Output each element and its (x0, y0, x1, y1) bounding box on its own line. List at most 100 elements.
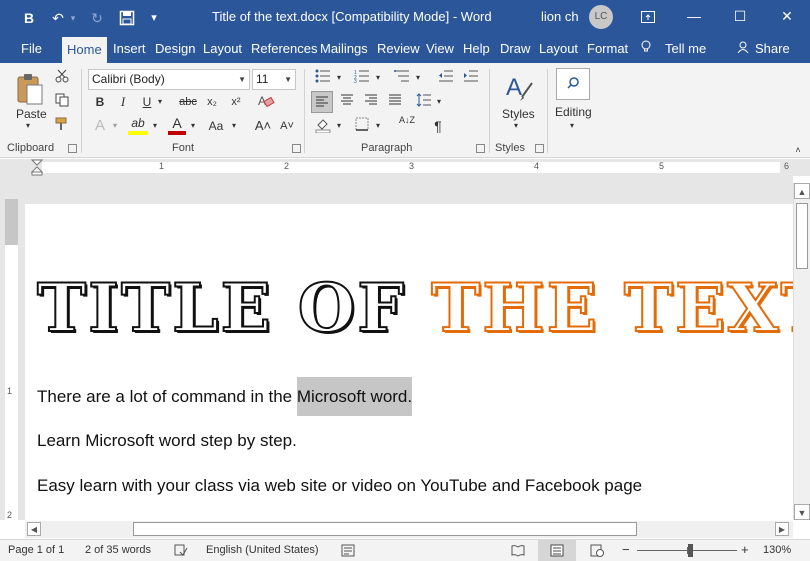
avatar[interactable]: LC (589, 5, 613, 29)
shrink-font-button[interactable]: A˅ (278, 117, 296, 135)
highlight-dropdown-icon[interactable]: ▾ (150, 117, 160, 135)
ribbon-display-options-icon[interactable] (625, 0, 671, 35)
vertical-scrollbar[interactable]: ▲ ▼ (793, 183, 810, 520)
scroll-left-icon[interactable]: ◀ (27, 522, 41, 536)
font-name-combo[interactable]: Calibri (Body) ▼ (88, 69, 250, 90)
align-center-button[interactable] (338, 93, 356, 111)
show-marks-button[interactable]: ¶ (430, 117, 446, 135)
grow-font-button[interactable]: A˄ (254, 117, 272, 135)
editing-dropdown-icon[interactable]: ▾ (570, 121, 574, 130)
tab-draw[interactable]: Draw (500, 35, 530, 63)
styles-launcher-icon[interactable] (535, 144, 544, 153)
change-case-button[interactable]: Aa (205, 117, 227, 135)
line-spacing-dropdown-icon[interactable]: ▾ (434, 93, 444, 111)
borders-dropdown-icon[interactable]: ▾ (373, 117, 383, 135)
underline-button[interactable]: U (140, 93, 154, 111)
font-size-combo[interactable]: 11 ▼ (252, 69, 296, 90)
align-left-button[interactable] (311, 91, 333, 113)
subscript-button[interactable]: x₂ (203, 93, 221, 111)
vertical-scroll-thumb[interactable] (796, 203, 808, 269)
increase-indent-icon[interactable] (461, 69, 481, 88)
share-button[interactable]: Share (737, 35, 790, 63)
zoom-level[interactable]: 130% (763, 544, 791, 556)
bold-button[interactable]: B (92, 93, 108, 111)
tab-home[interactable]: Home (62, 37, 107, 63)
multilevel-dropdown-icon[interactable]: ▾ (413, 69, 423, 87)
scroll-up-icon[interactable]: ▲ (794, 183, 810, 199)
bullets-icon[interactable] (313, 69, 333, 88)
decrease-indent-icon[interactable] (436, 69, 456, 88)
tab-mailings[interactable]: Mailings (320, 35, 368, 63)
superscript-button[interactable]: x² (227, 93, 245, 111)
word-count[interactable]: 2 of 35 words (85, 544, 151, 556)
minimize-button[interactable]: — (671, 0, 717, 35)
highlight-button[interactable]: ab (128, 115, 148, 135)
format-painter-icon[interactable] (54, 117, 70, 136)
paragraph-launcher-icon[interactable] (476, 144, 485, 153)
maximize-button[interactable]: ☐ (717, 0, 763, 35)
numbering-dropdown-icon[interactable]: ▾ (373, 69, 383, 87)
page-count[interactable]: Page 1 of 1 (8, 544, 64, 556)
clear-formatting-icon[interactable]: A (256, 93, 276, 114)
paragraph-3[interactable]: Easy learn with your class via web site … (37, 476, 642, 496)
tab-design[interactable]: Design (155, 35, 195, 63)
tab-view[interactable]: View (426, 35, 454, 63)
vertical-ruler[interactable]: 1 2 (5, 199, 18, 520)
undo-icon[interactable]: ↶ (48, 8, 68, 28)
user-name[interactable]: lion ch (541, 9, 579, 24)
language[interactable]: English (United States) (206, 544, 319, 556)
document-heading[interactable]: TITLE OF THE TEXT (36, 268, 810, 348)
borders-icon[interactable] (352, 117, 372, 136)
paste-dropdown-icon[interactable]: ▾ (26, 121, 30, 130)
horizontal-ruler[interactable]: 1 2 3 4 5 6 (0, 159, 810, 176)
text-effects-dropdown-icon[interactable]: ▾ (110, 117, 120, 135)
bullets-dropdown-icon[interactable]: ▾ (334, 69, 344, 87)
italic-button[interactable]: I (116, 93, 130, 111)
align-right-button[interactable] (362, 93, 380, 111)
line-spacing-icon[interactable] (414, 93, 434, 112)
sort-button[interactable]: A↓Z (396, 115, 418, 125)
print-layout-icon[interactable] (550, 544, 564, 560)
copy-icon[interactable] (54, 93, 70, 112)
web-layout-icon[interactable] (590, 544, 604, 560)
tab-references[interactable]: References (251, 35, 317, 63)
zoom-out-button[interactable]: − (622, 542, 630, 557)
tab-help[interactable]: Help (463, 35, 490, 63)
paragraph-2[interactable]: Learn Microsoft word step by step. (37, 431, 297, 451)
undo-dropdown-icon[interactable]: ▾ (68, 8, 78, 28)
close-button[interactable]: ✕ (764, 0, 810, 35)
font-color-dropdown-icon[interactable]: ▾ (188, 117, 198, 135)
font-color-button[interactable]: A (168, 115, 186, 135)
read-mode-icon[interactable] (511, 544, 525, 560)
change-case-dropdown-icon[interactable]: ▾ (229, 117, 239, 135)
justify-button[interactable] (386, 93, 404, 111)
strikethrough-button[interactable]: abc (177, 93, 199, 111)
tab-insert[interactable]: Insert (113, 35, 146, 63)
font-launcher-icon[interactable] (292, 144, 301, 153)
multilevel-list-icon[interactable] (392, 69, 412, 88)
zoom-slider-thumb[interactable] (688, 544, 693, 557)
tab-review[interactable]: Review (377, 35, 420, 63)
word-bold-icon[interactable]: B (20, 8, 38, 28)
indent-marker-icon[interactable] (31, 159, 43, 176)
scroll-right-icon[interactable]: ▶ (775, 522, 789, 536)
macro-recording-icon[interactable] (341, 544, 355, 560)
paragraph-1[interactable]: There are a lot of command in the Micros… (37, 377, 413, 416)
document-page[interactable]: TITLE OF THE TEXT There are a lot of com… (25, 204, 810, 520)
save-icon[interactable] (116, 8, 138, 28)
underline-dropdown-icon[interactable]: ▾ (155, 93, 165, 111)
proofing-icon[interactable] (174, 544, 188, 560)
collapse-ribbon-icon[interactable]: ˄ (792, 141, 804, 159)
tab-format[interactable]: Format (587, 35, 628, 63)
numbering-icon[interactable]: 123 (352, 69, 372, 88)
redo-icon[interactable]: ↻ (86, 8, 108, 28)
clipboard-launcher-icon[interactable] (68, 144, 77, 153)
shading-dropdown-icon[interactable]: ▾ (334, 117, 344, 135)
tab-layout[interactable]: Layout (203, 35, 242, 63)
customize-quick-access-icon[interactable]: ▾ (146, 8, 162, 28)
tab-layout-table[interactable]: Layout (539, 35, 578, 63)
horizontal-scrollbar[interactable]: ◀ ▶ (25, 521, 793, 538)
shading-icon[interactable] (313, 117, 333, 138)
zoom-in-button[interactable]: + (741, 542, 749, 557)
tab-file[interactable]: File (21, 35, 42, 63)
